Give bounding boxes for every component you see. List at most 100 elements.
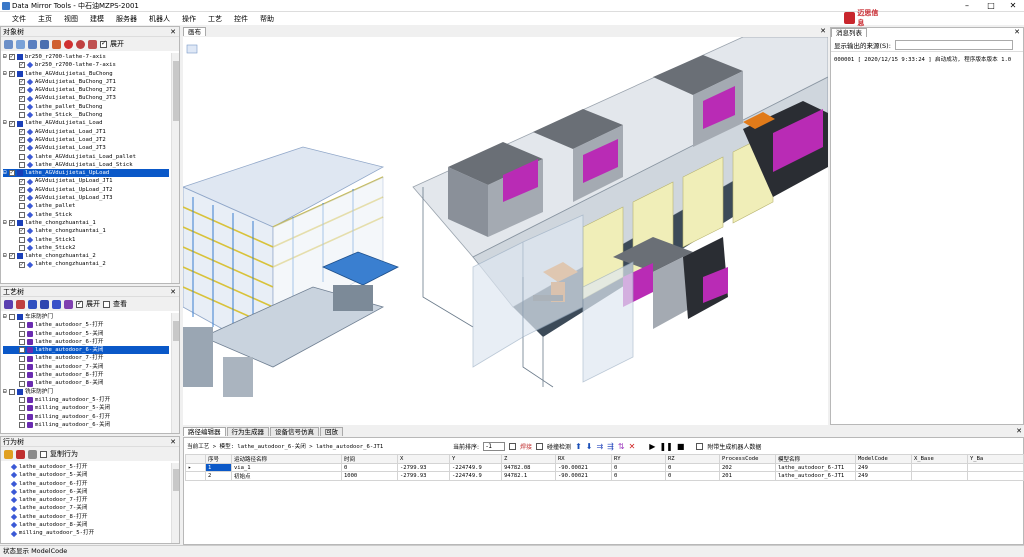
process-link-icon[interactable] <box>64 299 73 309</box>
table-cell[interactable]: -2799.93 <box>397 463 450 472</box>
tree-row[interactable]: lathe_autodoor_5-打开 <box>3 321 169 329</box>
column-header[interactable]: ModelCode <box>855 454 912 464</box>
table-cell[interactable] <box>185 471 206 481</box>
add-object-icon[interactable] <box>4 39 13 49</box>
column-header[interactable]: RX <box>555 454 612 464</box>
menu-item[interactable]: 操作 <box>176 14 202 24</box>
expand-toggle-icon[interactable]: ⊟ <box>3 70 8 78</box>
tree-row[interactable]: milling_autodoor_5-关闭 <box>3 404 169 412</box>
gen-robot-data-checkbox[interactable] <box>696 442 704 450</box>
tree-checkbox[interactable] <box>19 355 25 362</box>
action-item[interactable]: lathe_autodoor_5-打开 <box>3 463 169 471</box>
table-cell[interactable]: 202 <box>719 463 776 472</box>
tab-messages[interactable]: 消息列表 <box>831 28 867 37</box>
message-close-icon[interactable]: ✕ <box>1014 28 1020 36</box>
menu-item[interactable]: 控件 <box>228 14 254 24</box>
tree-row[interactable]: lathe_autodoor_5-关闭 <box>3 330 169 338</box>
tree-checkbox[interactable] <box>19 227 25 236</box>
expand-toggle-icon[interactable]: ⊟ <box>3 119 8 127</box>
tree-checkbox[interactable] <box>19 422 25 428</box>
tool-icon[interactable] <box>52 39 61 49</box>
tree-row[interactable]: lathe_autodoor_7-打开 <box>3 354 169 362</box>
action-item[interactable]: milling_autodoor_5-打开 <box>3 529 169 537</box>
column-header[interactable]: 运动路径名称 <box>231 454 342 464</box>
table-cell[interactable]: 0 <box>665 471 720 481</box>
column-header[interactable] <box>185 454 206 464</box>
table-cell[interactable]: 94782.08 <box>501 463 556 472</box>
tab-bottom[interactable]: 行为生成器 <box>226 427 269 436</box>
tree-row[interactable]: lathe_Stick <box>3 211 169 219</box>
tree-row[interactable]: lahte_AGVduijietai_Load_pallet <box>3 153 169 161</box>
close-button[interactable]: ✕ <box>1002 0 1024 12</box>
menu-item[interactable]: 机器人 <box>143 14 176 24</box>
table-cell[interactable] <box>967 463 1024 472</box>
tree-row[interactable]: ⊟ lahte_chongzhuantai_2 <box>3 252 169 260</box>
tree-checkbox[interactable] <box>19 144 25 153</box>
tree-checkbox[interactable] <box>19 61 25 70</box>
tree-row[interactable]: lathe_autodoor_6-打开 <box>3 338 169 346</box>
message-source-select[interactable] <box>894 39 1013 50</box>
menu-item[interactable]: 建模 <box>84 14 110 24</box>
table-cell[interactable]: lathe_autodoor_6-JT1 <box>775 463 856 472</box>
menu-item[interactable]: 服务器 <box>110 14 143 24</box>
tree-row[interactable]: ⊟ lathe_AGVduijietai_Load <box>3 119 169 127</box>
tree-row[interactable]: AGVduijietai_BuChong_JT2 <box>3 86 169 95</box>
tree-row[interactable]: lathe_Stick2 <box>3 244 169 252</box>
table-cell[interactable]: 1000 <box>341 471 398 481</box>
tree-row[interactable]: AGVduijietai_BuChong_JT1 <box>3 78 169 86</box>
move-object-icon[interactable] <box>40 39 49 49</box>
panel-close-icon[interactable]: ✕ <box>170 287 176 297</box>
tree-checkbox[interactable] <box>19 78 25 86</box>
column-header[interactable]: Y_Ba <box>967 454 1024 464</box>
weld-checkbox[interactable] <box>509 442 517 450</box>
link-object-icon[interactable] <box>16 39 25 49</box>
table-cell[interactable]: 初始点 <box>231 471 342 481</box>
tree-row[interactable]: ⊟ lathe_chongzhuantai_1 <box>3 219 169 227</box>
action-item[interactable]: lathe_autodoor_8-打开 <box>3 513 169 521</box>
table-cell[interactable]: ▸ <box>185 463 206 472</box>
tree-checkbox[interactable] <box>9 314 15 321</box>
stop-icon[interactable]: ■ <box>677 442 685 451</box>
table-cell[interactable]: 2 <box>205 471 232 481</box>
view-toggle-icon[interactable] <box>186 44 198 54</box>
tab-scene[interactable]: 画布 <box>183 27 206 36</box>
tree-row[interactable]: lathe_Stick1 <box>3 236 169 244</box>
action-item[interactable]: lathe_autodoor_5-关闭 <box>3 471 169 479</box>
tree-checkbox[interactable] <box>9 169 15 178</box>
minimize-button[interactable]: – <box>956 0 978 12</box>
tree-row[interactable]: ⊟ 铣床防护门 <box>3 388 169 396</box>
table-cell[interactable] <box>967 471 1024 481</box>
tree-checkbox[interactable] <box>9 70 15 78</box>
table-row[interactable]: ▸ 1 via_1 0 -2799.93 -224749.9 94782.08 -90.000… <box>185 463 1024 472</box>
action-item[interactable]: lathe_autodoor_7-关闭 <box>3 504 169 512</box>
tree-checkbox[interactable] <box>19 372 25 379</box>
column-header[interactable]: Z <box>501 454 556 464</box>
tree-checkbox[interactable] <box>19 186 25 194</box>
order-input[interactable]: -1 <box>483 441 506 451</box>
tree-checkbox[interactable] <box>19 112 25 119</box>
process-view-checkbox[interactable] <box>103 300 110 308</box>
tree-row[interactable]: lathe_AGVduijietai_Load_Stick <box>3 161 169 169</box>
tree-row[interactable]: lathe_autodoor_8-关闭 <box>3 379 169 387</box>
tab-bottom[interactable]: 回放 <box>320 427 343 436</box>
scrollbar-thumb[interactable] <box>173 469 179 491</box>
process-tree-scrollbar[interactable] <box>171 313 179 433</box>
tree-row[interactable]: AGVduijietai_UpLoad_JT3 <box>3 194 169 202</box>
tree-checkbox[interactable] <box>19 363 25 370</box>
table-cell[interactable] <box>911 471 968 481</box>
process-node-icon[interactable] <box>4 299 13 309</box>
settings-icon[interactable] <box>28 449 37 459</box>
play-icon[interactable]: ▶ <box>649 442 655 451</box>
column-header[interactable]: X <box>397 454 450 464</box>
action-tree-scrollbar[interactable] <box>171 463 179 543</box>
expand-toggle-icon[interactable]: ⊟ <box>3 313 8 321</box>
expand-checkbox[interactable] <box>100 39 107 48</box>
tab-bottom[interactable]: 设备信号仿真 <box>270 427 319 436</box>
tree-row[interactable]: lahte_chongzhuantai_2 <box>3 260 169 269</box>
expand-toggle-icon[interactable]: ⊟ <box>3 53 8 61</box>
column-header[interactable]: 时间 <box>341 454 398 464</box>
tree-row[interactable]: AGVduijietai_BuChong_JT3 <box>3 94 169 103</box>
tree-row[interactable]: lahte_chongzhuantai_1 <box>3 227 169 236</box>
table-cell[interactable]: -90.00021 <box>555 463 612 472</box>
tree-row[interactable]: lathe_Stick__BuChong <box>3 111 169 119</box>
